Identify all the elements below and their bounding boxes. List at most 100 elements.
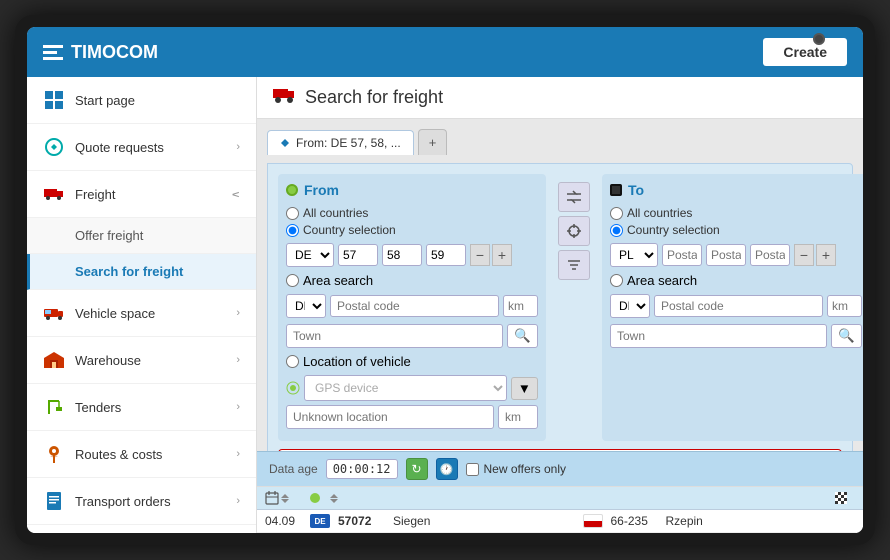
sidebar-item-start-page[interactable]: Start page (27, 77, 256, 124)
tab-from[interactable]: From: DE 57, 58, ... (267, 130, 414, 155)
sidebar-label-freight: Freight (75, 187, 232, 202)
to-column: To All countries Country se (602, 174, 863, 441)
warehouse-icon (43, 349, 65, 371)
sidebar-item-transport[interactable]: Transport orders › (27, 478, 256, 525)
to-area-postal[interactable] (654, 295, 823, 317)
sidebar-label-start: Start page (75, 93, 240, 108)
data-age-bar: Data age 00:00:12 ↻ 🕐 New offers only (257, 451, 863, 486)
to-area-radio[interactable] (610, 274, 623, 287)
sidebar-label-warehouse: Warehouse (75, 353, 236, 368)
row-from-postal: 57072 (338, 514, 393, 528)
to-country-radio[interactable] (610, 224, 623, 237)
to-area-country[interactable]: DE (610, 294, 650, 318)
row-to-postal: 66-235 (611, 514, 666, 528)
col-header-date (265, 491, 310, 505)
from-gps-expand-btn[interactable]: ▼ (511, 377, 538, 400)
sidebar: Start page Quote requests › (27, 77, 257, 533)
sidebar-item-tenders[interactable]: Tenders › (27, 384, 256, 431)
to-country-label: Country selection (627, 223, 720, 237)
swap-col (554, 174, 594, 441)
to-area-label: Area search (627, 273, 697, 288)
from-area-postal[interactable] (330, 295, 499, 317)
to-town-search-btn[interactable]: 🔍 (831, 324, 862, 348)
to-minus-btn[interactable]: − (794, 244, 814, 266)
chevron-right-icon4: › (236, 401, 240, 413)
row-to-city: Rzepin (666, 514, 856, 528)
to-postal-2[interactable] (706, 244, 746, 266)
to-town-input[interactable] (610, 324, 827, 348)
from-area-country[interactable]: DE (286, 294, 326, 318)
sidebar-item-offer-freight[interactable]: Offer freight (27, 218, 256, 254)
row-from-flag: DE (310, 514, 338, 528)
new-offers-checkbox[interactable] (466, 463, 479, 476)
row-from-city: Siegen (393, 514, 583, 528)
search-form: From All countries Country (267, 163, 853, 451)
tab-add-button[interactable]: + (418, 129, 448, 155)
to-postal-1[interactable] (662, 244, 702, 266)
from-town-row: 🔍 (286, 324, 538, 348)
from-country-label: Country selection (303, 223, 396, 237)
from-town-search-btn[interactable]: 🔍 (507, 324, 538, 348)
to-area-km[interactable] (827, 295, 862, 317)
from-postal-3[interactable] (426, 244, 466, 266)
from-postal-2[interactable] (382, 244, 422, 266)
camera-dot (813, 33, 825, 45)
sidebar-item-warehouse[interactable]: Warehouse › (27, 337, 256, 384)
to-all-radio[interactable] (610, 207, 623, 220)
from-town-input[interactable] (286, 324, 503, 348)
chevron-right-icon5: › (236, 448, 240, 460)
to-area-row: Area search (610, 273, 862, 288)
to-plus-btn[interactable]: + (816, 244, 836, 266)
swap-button[interactable] (558, 182, 590, 212)
table-header (257, 487, 863, 510)
from-vehicle-label: Location of vehicle (303, 354, 411, 369)
from-area-radio[interactable] (286, 274, 299, 287)
new-offers-label: New offers only (484, 462, 566, 476)
from-postal-row: DE − + (286, 243, 538, 267)
from-area-km[interactable] (503, 295, 538, 317)
to-town-row: 🔍 (610, 324, 862, 348)
sidebar-label-routes: Routes & costs (75, 447, 236, 462)
to-chess-icon (835, 492, 847, 504)
from-country-radio[interactable] (286, 224, 299, 237)
from-vehicle-row: Location of vehicle (286, 354, 538, 369)
from-dot (286, 184, 298, 196)
to-dot (610, 184, 622, 196)
create-button[interactable]: Create (763, 38, 847, 66)
table-row[interactable]: 04.09 DE 57072 Siegen 66-235 (257, 510, 863, 533)
sidebar-item-routes[interactable]: Routes & costs › (27, 431, 256, 478)
from-gps-select[interactable]: GPS device (304, 375, 507, 401)
from-vehicle-radio[interactable] (286, 355, 299, 368)
from-all-radio[interactable] (286, 207, 299, 220)
data-age-label: Data age (269, 462, 318, 476)
sort-date-icon (281, 494, 289, 503)
to-country-select[interactable]: PL (610, 243, 658, 267)
gps-icon (286, 381, 300, 395)
row-date: 04.09 (265, 514, 310, 528)
calendar-icon (265, 491, 279, 505)
from-unknown-km[interactable] (498, 405, 538, 429)
col-header-to-dot (835, 491, 855, 505)
from-area-inputs: DE (286, 294, 538, 318)
new-offers-row: New offers only (466, 462, 566, 476)
crosshair-button[interactable] (558, 216, 590, 246)
from-postal-1[interactable] (338, 244, 378, 266)
sidebar-item-quote-requests[interactable]: Quote requests › (27, 124, 256, 171)
from-radio-group: All countries Country selection (286, 206, 538, 237)
from-minus-btn[interactable]: − (470, 244, 490, 266)
from-all-label: All countries (303, 206, 368, 220)
filter-button[interactable] (558, 250, 590, 280)
sidebar-item-search-freight[interactable]: Search for freight (27, 254, 256, 290)
to-postal-3[interactable] (750, 244, 790, 266)
from-country-select[interactable]: DE (286, 243, 334, 267)
de-flag: DE (310, 514, 330, 528)
refresh-button[interactable]: ↻ (406, 458, 428, 480)
sidebar-item-freight[interactable]: Freight ∨ (27, 171, 256, 218)
col-header-from-loc (330, 491, 835, 505)
clock-button[interactable]: 🕐 (436, 458, 458, 480)
chevron-down-icon: ∨ (229, 190, 242, 198)
from-unknown-input[interactable] (286, 405, 494, 429)
from-gps-row: GPS device ▼ (286, 375, 538, 401)
sidebar-item-vehicle-space[interactable]: Vehicle space › (27, 290, 256, 337)
from-plus-btn[interactable]: + (492, 244, 512, 266)
